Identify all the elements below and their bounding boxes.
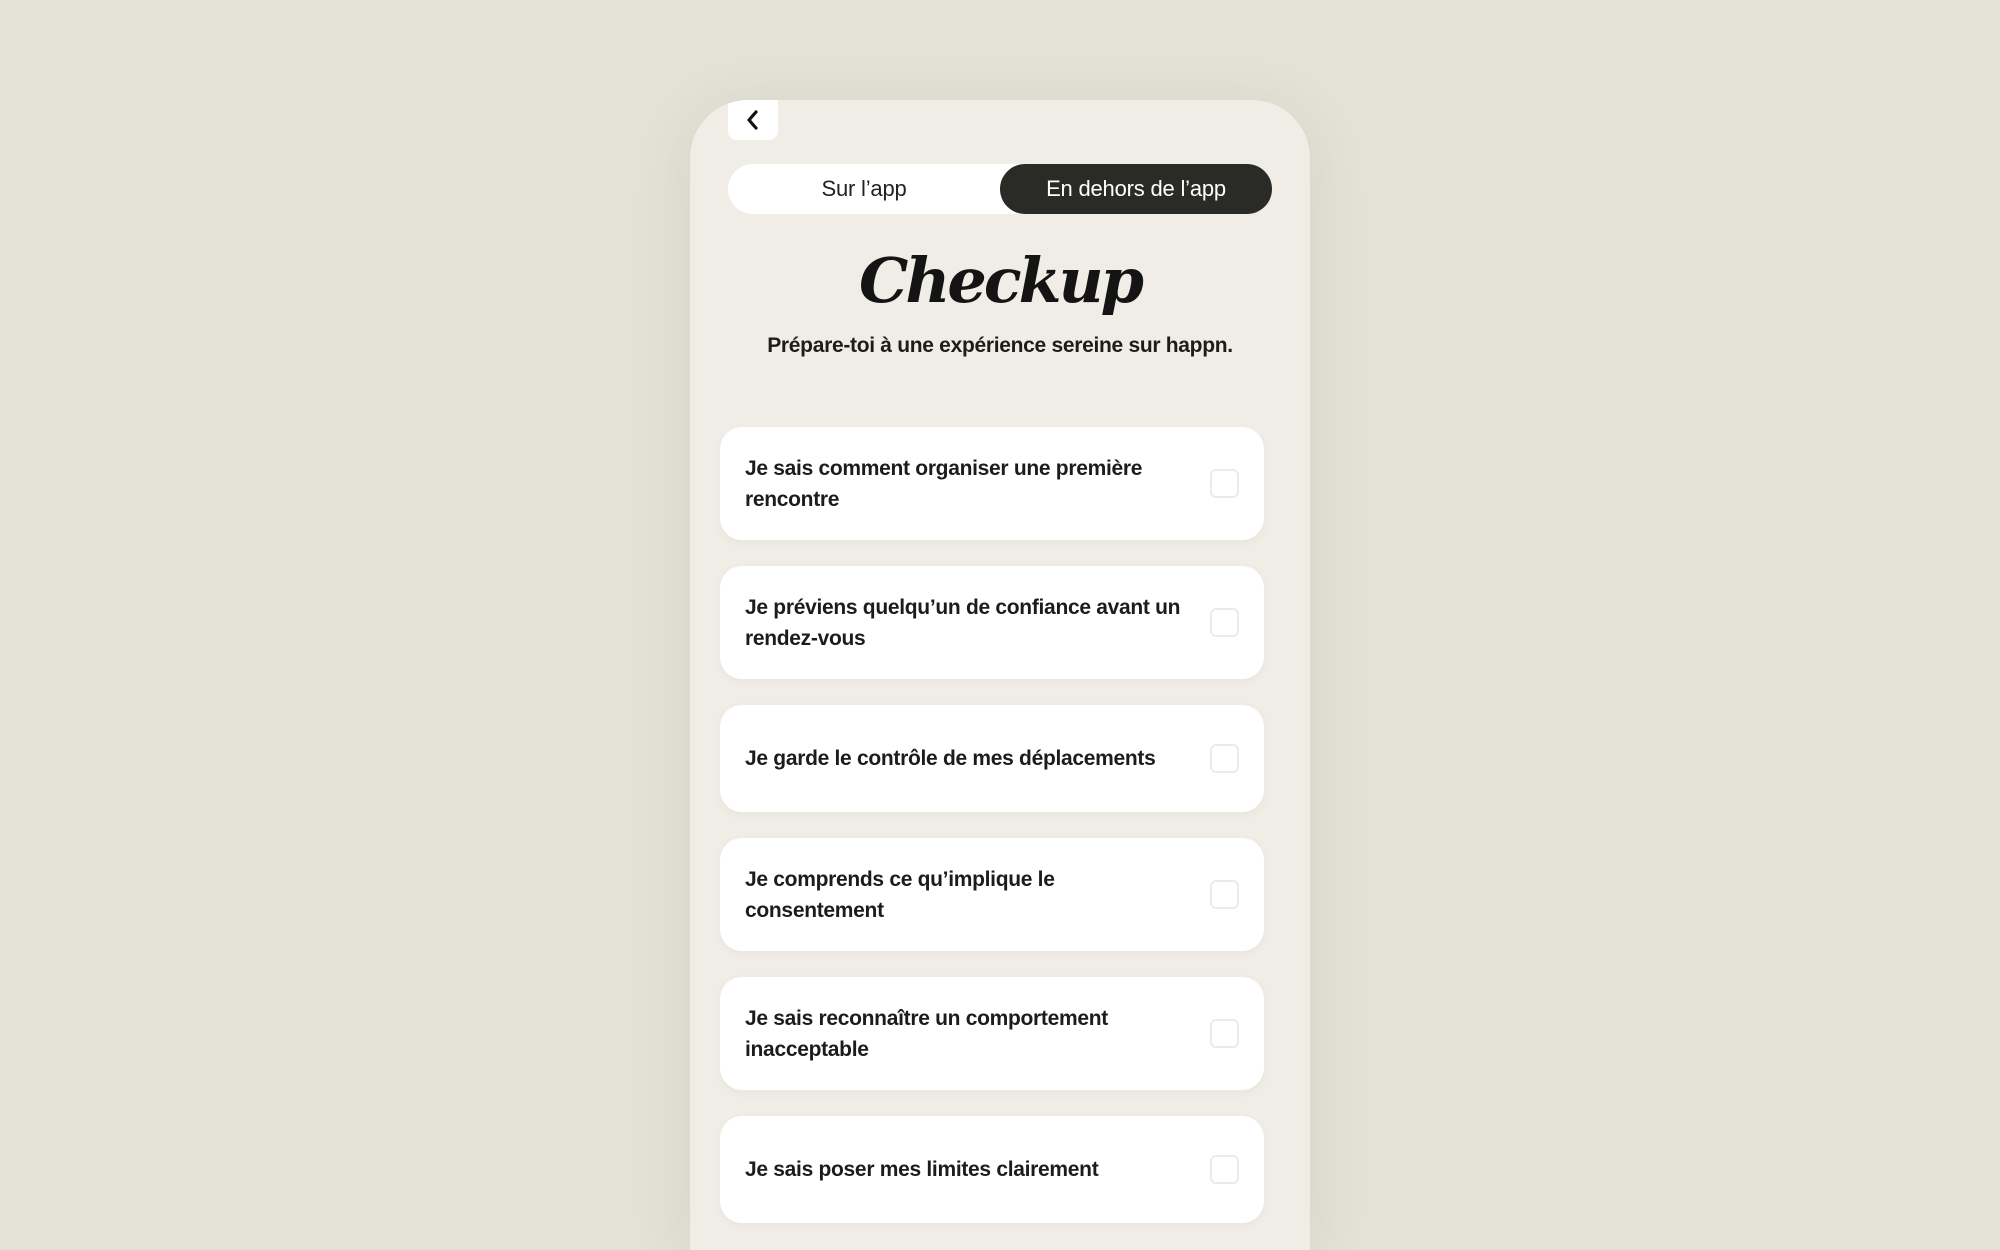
checklist-item-label: Je sais poser mes limites clairement <box>745 1158 1099 1181</box>
checklist-item-label: Je préviens quelqu’un de confiance avant… <box>745 595 1181 650</box>
checkbox[interactable] <box>1210 1155 1239 1184</box>
checklist-item-label: Je sais comment organiser une première r… <box>745 456 1143 511</box>
checkbox[interactable] <box>1210 608 1239 637</box>
tab-switcher: Sur l’app En dehors de l’app <box>728 164 1272 214</box>
checklist-item[interactable]: Je préviens quelqu’un de confiance avant… <box>720 566 1264 679</box>
checklist-item[interactable]: Je garde le contrôle de mes déplacements <box>720 705 1264 812</box>
checklist-item-label: Je garde le contrôle de mes déplacements <box>745 747 1156 770</box>
checkbox[interactable] <box>1210 1019 1239 1048</box>
checklist-item-label: Je comprends ce qu’implique le consentem… <box>745 867 1055 922</box>
page-title: Checkup <box>858 244 1144 317</box>
checkbox[interactable] <box>1210 880 1239 909</box>
phone-screen: Sur l’app En dehors de l’app Checkup Pré… <box>690 100 1310 1250</box>
page-subtitle: Prépare-toi à une expérience sereine sur… <box>767 334 1233 357</box>
checklist: Je sais comment organiser une première r… <box>720 427 1264 1249</box>
checkbox[interactable] <box>1210 744 1239 773</box>
back-button[interactable] <box>728 100 778 140</box>
tab-en-dehors-app[interactable]: En dehors de l’app <box>1000 164 1272 214</box>
tab-sur-app[interactable]: Sur l’app <box>728 164 1000 214</box>
checklist-item[interactable]: Je sais poser mes limites clairement <box>720 1116 1264 1223</box>
checkbox[interactable] <box>1210 469 1239 498</box>
checklist-item[interactable]: Je comprends ce qu’implique le consentem… <box>720 838 1264 951</box>
checklist-item[interactable]: Je sais reconnaître un comportement inac… <box>720 977 1264 1090</box>
checklist-item[interactable]: Je sais comment organiser une première r… <box>720 427 1264 540</box>
chevron-left-icon <box>744 109 762 131</box>
checklist-item-label: Je sais reconnaître un comportement inac… <box>745 1006 1108 1061</box>
